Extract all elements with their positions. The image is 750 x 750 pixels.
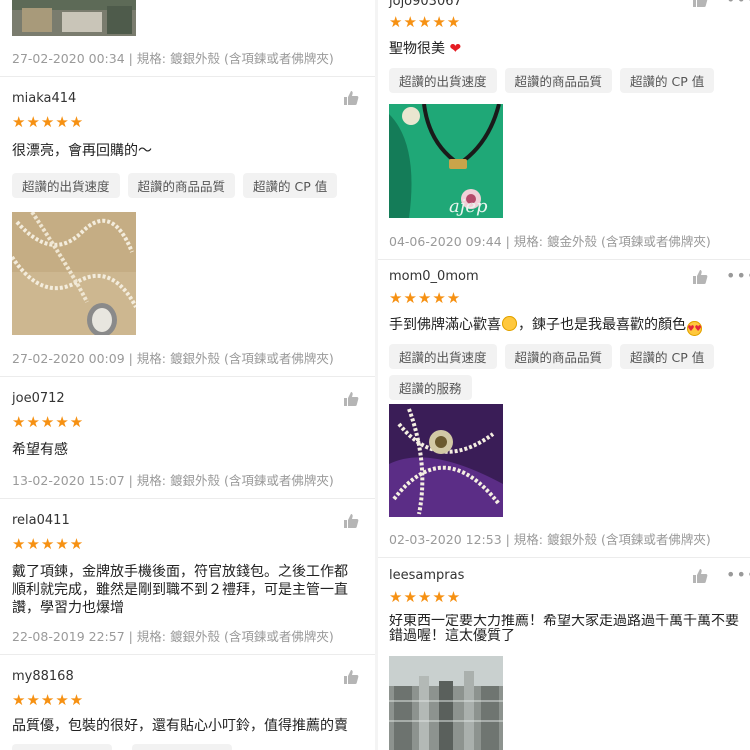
review-tag: 超讚的 CP 值 <box>243 173 338 198</box>
review-tag: 超讚的出貨速度 <box>389 68 497 93</box>
heart-eyes-emoji-icon: ♥♥ <box>687 321 702 336</box>
review-comment: 品質優，包裝的很好，還有貼心小叮鈴，值得推薦的賣 <box>12 717 375 735</box>
rating-stars: ★★★★★ <box>389 13 462 31</box>
review-meta: 02-03-2020 12:53 | 規格: 鍍銀外殼 (含項鍊或者佛牌夾) <box>389 532 711 547</box>
smiling-face-emoji-icon <box>502 316 517 331</box>
review-photo[interactable] <box>12 212 136 335</box>
reviewer-name[interactable]: mom0_0mom <box>389 269 479 284</box>
right-review-column: jojo903067 ••• ★★★★★ 聖物很美 ❤ 超讚的出貨速度 超讚的商… <box>378 0 750 750</box>
reviewer-name[interactable]: joe0712 <box>12 391 65 406</box>
review-comment: 好東西一定要大力推薦！希望大家走過路過千萬千萬不要 錯過喔！這太優質了 <box>389 614 750 644</box>
left-review-column: 27-02-2020 00:34 | 規格: 鍍銀外殼 (含項鍊或者佛牌夾) m… <box>0 0 375 750</box>
like-thumb-icon[interactable] <box>692 269 708 285</box>
review-meta: 27-02-2020 00:34 | 規格: 鍍銀外殼 (含項鍊或者佛牌夾) <box>12 51 334 66</box>
review-comment-line: 戴了項鍊，金牌放手機後面，符官放錢包。之後工作都 <box>12 564 348 580</box>
review-tags: 超讚的出貨速度 超讚的商品品質 超讚的 CP 值 超讚的服務 <box>389 344 729 400</box>
more-options-icon[interactable]: ••• <box>726 565 750 584</box>
rating-stars: ★★★★★ <box>12 535 85 553</box>
heart-emoji-icon: ❤ <box>449 41 462 57</box>
review-comment: 很漂亮，會再回購的～ <box>12 143 152 159</box>
reviewer-name[interactable]: leesampras <box>389 568 464 583</box>
like-thumb-icon[interactable] <box>343 90 359 106</box>
more-options-icon[interactable]: ••• <box>726 0 750 9</box>
review-comment-line: 順利就完成，雖然是剛到職不到２禮拜，可是主管一直 <box>12 582 348 598</box>
rating-stars: ★★★★★ <box>12 691 85 709</box>
reviewer-name[interactable]: rela0411 <box>12 513 70 528</box>
review-comment: 聖物很美 ❤ <box>389 40 461 58</box>
divider <box>378 557 750 558</box>
rating-stars: ★★★★★ <box>389 289 462 307</box>
review-tag: 超讚的出貨速度 <box>12 173 120 198</box>
review-comment-line: 讚，學習力也爆增 <box>12 600 124 616</box>
review-meta: 04-06-2020 09:44 | 規格: 鍍金外殼 (含項鍊或者佛牌夾) <box>389 234 711 249</box>
divider <box>378 259 750 260</box>
rating-stars: ★★★★★ <box>12 413 85 431</box>
review-comment-line: 品質優，包裝的很好，還有貼心小叮鈴，值得推薦的賣 <box>12 718 348 734</box>
like-thumb-icon[interactable] <box>692 568 708 584</box>
review-tag <box>12 744 112 750</box>
rating-stars: ★★★★★ <box>12 113 85 131</box>
review-meta: 22-08-2019 22:57 | 規格: 鍍銀外殼 (含項鍊或者佛牌夾) <box>12 629 334 644</box>
review-tag: 超讚的 CP 值 <box>620 68 715 93</box>
more-options-icon[interactable]: ••• <box>726 266 750 285</box>
review-tag: 超讚的服務 <box>389 375 472 400</box>
review-meta: 27-02-2020 00:09 | 規格: 鍍銀外殼 (含項鍊或者佛牌夾) <box>12 351 334 366</box>
review-comment-text: ，鍊子也是我最喜歡的顏色 <box>518 317 686 333</box>
like-thumb-icon[interactable] <box>343 669 359 685</box>
review-comment-text: 聖物很美 <box>389 41 445 57</box>
review-photo[interactable] <box>389 656 503 750</box>
review-tag: 超讚的商品品質 <box>504 344 613 369</box>
review-tag: 超讚的商品品質 <box>504 68 613 93</box>
reviewer-name[interactable]: my88168 <box>12 669 74 684</box>
review-photo[interactable] <box>389 404 503 517</box>
review-tag: 超讚的商品品質 <box>127 173 236 198</box>
review-tag: 超讚的出貨速度 <box>389 344 497 369</box>
review-comment-line: 好東西一定要大力推薦！希望大家走過路過千萬千萬不要 <box>389 614 739 629</box>
review-comment: 戴了項鍊，金牌放手機後面，符官放錢包。之後工作都 順利就完成，雖然是剛到職不到２… <box>12 563 375 617</box>
review-tags: 超讚的出貨速度 超讚的商品品質 超讚的 CP 值 <box>12 173 338 198</box>
divider <box>0 498 375 499</box>
review-comment-text: 手到佛牌滿心歡喜 <box>389 317 501 333</box>
reviewer-name[interactable]: miaka414 <box>12 91 76 106</box>
review-tags: 超讚的出貨速度 超讚的商品品質 超讚的 CP 值 <box>389 68 715 93</box>
review-photo[interactable] <box>12 0 136 36</box>
review-comment: 手到佛牌滿心歡喜 ，鍊子也是我最喜歡的顏色♥♥ <box>389 316 703 336</box>
like-thumb-icon[interactable] <box>692 0 708 8</box>
reviewer-name[interactable]: jojo903067 <box>389 0 462 9</box>
divider <box>0 76 375 77</box>
review-tag <box>132 744 232 750</box>
like-thumb-icon[interactable] <box>343 513 359 529</box>
svg-text:ajep: ajep <box>449 196 488 217</box>
divider <box>0 654 375 655</box>
like-thumb-icon[interactable] <box>343 391 359 407</box>
review-tag: 超讚的 CP 值 <box>620 344 715 369</box>
rating-stars: ★★★★★ <box>389 588 462 606</box>
review-comment: 希望有感 <box>12 442 68 458</box>
review-comment-line: 錯過喔！這太優質了 <box>389 628 515 644</box>
review-photo[interactable]: ajep <box>389 104 503 218</box>
review-meta: 13-02-2020 15:07 | 規格: 鍍銀外殼 (含項鍊或者佛牌夾) <box>12 473 334 488</box>
divider <box>0 376 375 377</box>
